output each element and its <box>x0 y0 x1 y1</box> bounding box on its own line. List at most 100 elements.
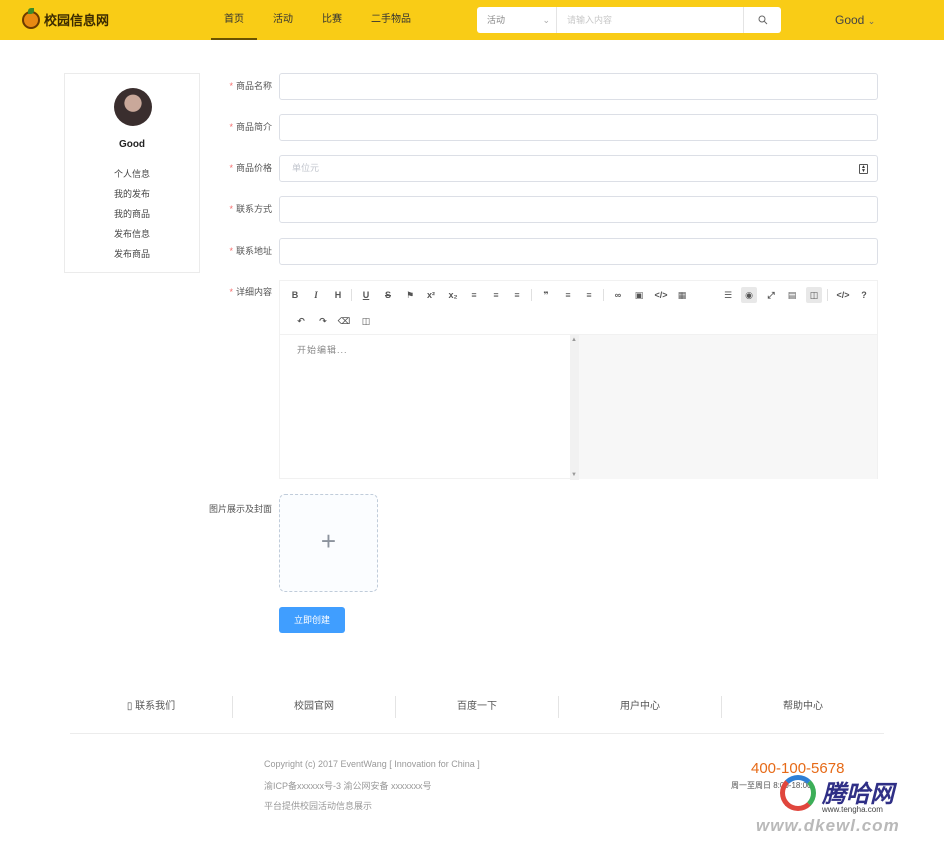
align-center-icon[interactable]: ≡ <box>488 287 504 303</box>
form-label: * 商品价格 <box>229 155 272 182</box>
form-row-address: * 联系地址 <box>200 238 878 265</box>
sidebar-item-publish-info[interactable]: 发布信息 <box>65 224 199 244</box>
product-price-input[interactable]: 单位元 ▲ ▼ <box>279 155 878 182</box>
undo-icon[interactable]: ↶ <box>293 313 309 329</box>
field-label-text: 联系方式 <box>235 204 272 214</box>
footer-link-help[interactable]: 帮助中心 <box>722 696 884 718</box>
watermark-url: www.dkewl.com <box>756 816 900 835</box>
search-input[interactable] <box>557 7 743 33</box>
table-icon[interactable]: ▦ <box>674 287 690 303</box>
nav-activities[interactable]: 活动 <box>260 0 306 40</box>
sidebar-item-my-posts[interactable]: 我的发布 <box>65 184 199 204</box>
link-icon[interactable]: ∞ <box>610 287 626 303</box>
strikethrough-icon[interactable]: S <box>380 287 396 303</box>
footer-link-contact[interactable]: ▯ 联系我们 <box>70 696 233 718</box>
quote-icon[interactable]: ❞ <box>538 287 554 303</box>
sidebar-item-my-products[interactable]: 我的商品 <box>65 204 199 224</box>
form-label: * 联系地址 <box>229 238 272 265</box>
search-button[interactable] <box>743 7 781 33</box>
ordered-list-icon[interactable]: ≡ <box>560 287 576 303</box>
number-stepper[interactable]: ▲ ▼ <box>859 164 868 174</box>
user-name: Good <box>835 13 865 27</box>
footer-link-campus[interactable]: 校园官网 <box>233 696 396 718</box>
align-right-icon[interactable]: ≡ <box>509 287 525 303</box>
nav-competitions[interactable]: 比赛 <box>309 0 355 40</box>
field-label-text: 商品名称 <box>235 81 272 91</box>
editor-toolbar-row2: ↶ ↷ ⌫ ◫ <box>280 309 877 333</box>
form-row-product-price: * 商品价格 单位元 ▲ ▼ <box>200 155 878 182</box>
italic-icon[interactable]: I <box>308 287 324 303</box>
split-view-icon[interactable]: ◫ <box>806 287 822 303</box>
preview-icon[interactable]: ◉ <box>741 287 757 303</box>
form-label: * 商品简介 <box>229 114 272 141</box>
contact-input[interactable] <box>279 196 878 223</box>
field-label-text: 详细内容 <box>235 287 272 297</box>
subscript-icon[interactable]: x₂ <box>445 287 461 303</box>
search-category-select[interactable]: 活动 ⌄ <box>477 7 557 33</box>
search-icon <box>758 15 767 25</box>
product-name-input[interactable] <box>279 73 878 100</box>
required-mark: * <box>229 122 233 132</box>
sidebar-menu: 个人信息 我的发布 我的商品 发布信息 发布商品 <box>65 164 199 264</box>
form-label: * 商品名称 <box>229 73 272 100</box>
markdown-editor: B I H U S ⚑ x² x₂ ≡ ≡ ≡ ❞ ≡ ≡ ∞ ▣ </> ▦ … <box>279 280 878 480</box>
price-placeholder: 单位元 <box>292 163 320 173</box>
save-icon[interactable]: ◫ <box>358 313 374 329</box>
navigation-icon[interactable]: ☰ <box>720 287 736 303</box>
footer-link-label: 联系我们 <box>135 701 176 712</box>
toolbar-divider <box>351 289 352 301</box>
platform-desc: 平台提供校园活动信息展示 <box>264 801 373 811</box>
form-row-product-name: * 商品名称 <box>200 73 878 100</box>
user-menu[interactable]: Good ⌄ <box>835 13 875 27</box>
footer-link-user-center[interactable]: 用户中心 <box>559 696 722 718</box>
form-label: * 详细内容 <box>229 280 272 305</box>
unordered-list-icon[interactable]: ≡ <box>581 287 597 303</box>
scroll-down-icon[interactable]: ▼ <box>571 472 577 478</box>
footer-link-baidu[interactable]: 百度一下 <box>396 696 559 718</box>
plus-icon: + <box>320 526 337 556</box>
user-sidebar: Good 个人信息 我的发布 我的商品 发布信息 发布商品 <box>64 73 200 273</box>
sidebar-item-publish-product[interactable]: 发布商品 <box>65 244 199 264</box>
help-icon[interactable]: ? <box>856 287 872 303</box>
form-row-product-intro: * 商品简介 <box>200 114 878 141</box>
align-left-icon[interactable]: ≡ <box>466 287 482 303</box>
source-code-icon[interactable]: </> <box>835 287 851 303</box>
trash-icon[interactable]: ⌫ <box>336 313 352 329</box>
code-icon[interactable]: </> <box>653 287 669 303</box>
upload-label: 图片展示及封面 <box>208 504 272 514</box>
required-mark: * <box>229 246 233 256</box>
bold-icon[interactable]: B <box>287 287 303 303</box>
chevron-down-icon: ⌄ <box>542 15 550 25</box>
main-nav: 首页 活动 比赛 二手物品 <box>211 0 427 40</box>
watermark-domain: www.tengha.com <box>822 805 883 814</box>
required-mark: * <box>229 81 233 91</box>
site-logo[interactable]: 校园信息网 <box>22 7 110 29</box>
editor-textarea[interactable]: 开始编辑... ▲ ▼ <box>280 334 579 480</box>
address-input[interactable] <box>279 238 878 265</box>
mark-icon[interactable]: ⚑ <box>402 287 418 303</box>
field-label-text: 商品简介 <box>235 122 272 132</box>
underline-icon[interactable]: U <box>358 287 374 303</box>
image-icon[interactable]: ▣ <box>631 287 647 303</box>
superscript-icon[interactable]: x² <box>423 287 439 303</box>
editor-scrollbar[interactable]: ▲ ▼ <box>570 335 579 480</box>
image-uploader[interactable]: + <box>279 494 378 592</box>
sidebar-username: Good <box>118 139 146 150</box>
nav-secondhand[interactable]: 二手物品 <box>358 0 424 40</box>
create-button[interactable]: 立即创建 <box>279 607 345 633</box>
redo-icon[interactable]: ↷ <box>315 313 331 329</box>
required-mark: * <box>229 163 233 173</box>
logo-text: 校园信息网 <box>44 13 110 28</box>
scroll-up-icon[interactable]: ▲ <box>571 337 577 343</box>
heading-icon[interactable]: H <box>330 287 346 303</box>
html-preview-icon[interactable]: ▤ <box>784 287 800 303</box>
product-intro-input[interactable] <box>279 114 878 141</box>
phone-icon: ▯ <box>126 701 133 712</box>
sidebar-item-profile[interactable]: 个人信息 <box>65 164 199 184</box>
avatar <box>114 88 152 126</box>
toolbar-divider <box>603 289 604 301</box>
copyright-text: Copyright (c) 2017 EventWang [ Innovatio… <box>264 759 480 769</box>
nav-home[interactable]: 首页 <box>211 0 257 40</box>
search-category-value: 活动 <box>487 15 506 25</box>
fullscreen-icon[interactable]: ⤢ <box>763 287 779 303</box>
